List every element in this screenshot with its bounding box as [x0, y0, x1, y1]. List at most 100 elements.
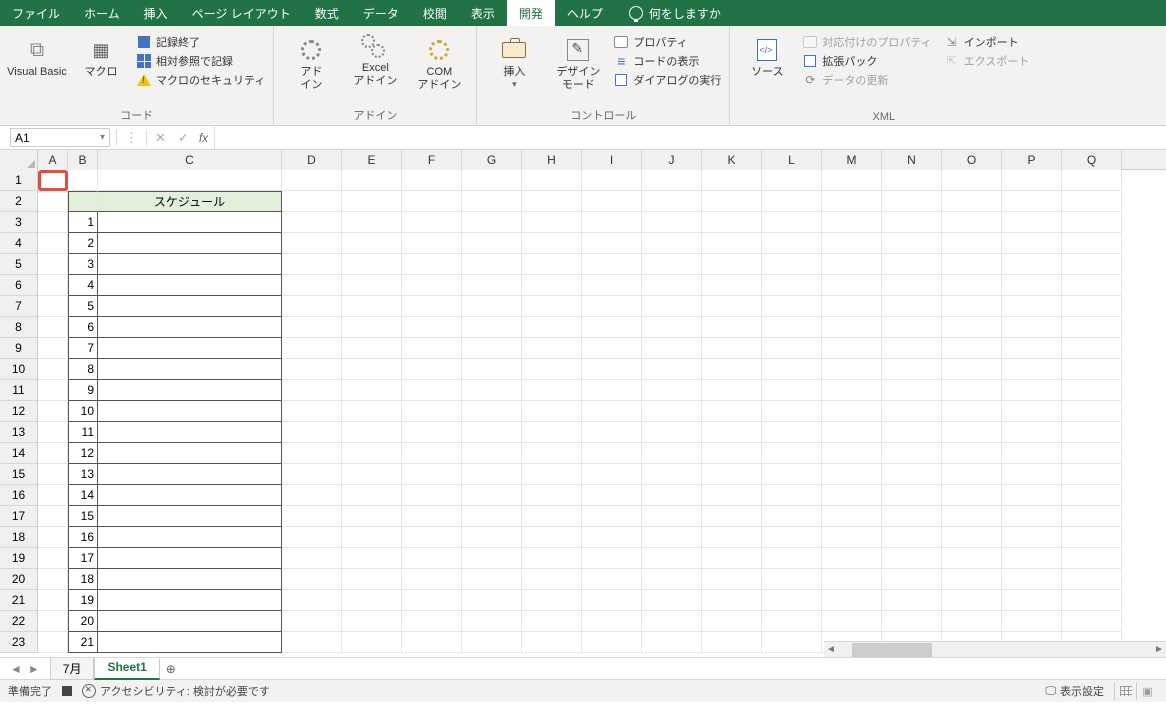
- cell-A23[interactable]: [38, 632, 68, 653]
- cell-I2[interactable]: [582, 191, 642, 212]
- cell-C21[interactable]: [98, 590, 282, 611]
- cell-P1[interactable]: [1002, 170, 1062, 191]
- cell-K20[interactable]: [702, 569, 762, 590]
- cell-P8[interactable]: [1002, 317, 1062, 338]
- cell-Q9[interactable]: [1062, 338, 1122, 359]
- cell-I14[interactable]: [582, 443, 642, 464]
- cell-C6[interactable]: [98, 275, 282, 296]
- row-header-12[interactable]: 12: [0, 401, 38, 422]
- cell-P20[interactable]: [1002, 569, 1062, 590]
- cell-E4[interactable]: [342, 233, 402, 254]
- cell-A6[interactable]: [38, 275, 68, 296]
- cell-E10[interactable]: [342, 359, 402, 380]
- cell-C10[interactable]: [98, 359, 282, 380]
- cell-G17[interactable]: [462, 506, 522, 527]
- cell-M4[interactable]: [822, 233, 882, 254]
- cell-N9[interactable]: [882, 338, 942, 359]
- cell-C15[interactable]: [98, 464, 282, 485]
- cell-G4[interactable]: [462, 233, 522, 254]
- cell-A15[interactable]: [38, 464, 68, 485]
- xml-import-button[interactable]: ⇲ インポート: [944, 34, 1030, 50]
- cell-Q18[interactable]: [1062, 527, 1122, 548]
- cell-P22[interactable]: [1002, 611, 1062, 632]
- cell-F4[interactable]: [402, 233, 462, 254]
- menu-tab-ホーム[interactable]: ホーム: [72, 0, 132, 26]
- cell-D16[interactable]: [282, 485, 342, 506]
- cell-B17[interactable]: 15: [68, 506, 98, 527]
- cell-E3[interactable]: [342, 212, 402, 233]
- cell-M15[interactable]: [822, 464, 882, 485]
- cell-M19[interactable]: [822, 548, 882, 569]
- cell-Q4[interactable]: [1062, 233, 1122, 254]
- column-header-H[interactable]: H: [522, 150, 582, 170]
- com-addins-button[interactable]: COM アドイン: [410, 30, 468, 91]
- cell-J13[interactable]: [642, 422, 702, 443]
- row-header-21[interactable]: 21: [0, 590, 38, 611]
- cell-L1[interactable]: [762, 170, 822, 191]
- cell-E14[interactable]: [342, 443, 402, 464]
- menu-tab-ファイル[interactable]: ファイル: [0, 0, 72, 26]
- cell-C19[interactable]: [98, 548, 282, 569]
- cell-L12[interactable]: [762, 401, 822, 422]
- cell-L8[interactable]: [762, 317, 822, 338]
- cell-O3[interactable]: [942, 212, 1002, 233]
- cell-P7[interactable]: [1002, 296, 1062, 317]
- cell-H9[interactable]: [522, 338, 582, 359]
- menu-tab-表示[interactable]: 表示: [459, 0, 507, 26]
- cell-P10[interactable]: [1002, 359, 1062, 380]
- cell-H5[interactable]: [522, 254, 582, 275]
- cell-N1[interactable]: [882, 170, 942, 191]
- cell-O8[interactable]: [942, 317, 1002, 338]
- add-sheet-button[interactable]: ⊕: [160, 658, 182, 680]
- menu-tab-校閲[interactable]: 校閲: [411, 0, 459, 26]
- cell-E1[interactable]: [342, 170, 402, 191]
- cell-C8[interactable]: [98, 317, 282, 338]
- cell-P19[interactable]: [1002, 548, 1062, 569]
- cell-I17[interactable]: [582, 506, 642, 527]
- formula-input[interactable]: [214, 126, 1166, 149]
- cell-M16[interactable]: [822, 485, 882, 506]
- cell-I11[interactable]: [582, 380, 642, 401]
- cell-B1[interactable]: [68, 170, 98, 191]
- cell-G16[interactable]: [462, 485, 522, 506]
- cell-B15[interactable]: 13: [68, 464, 98, 485]
- cell-I19[interactable]: [582, 548, 642, 569]
- name-box[interactable]: A1 ▾: [10, 128, 110, 147]
- cell-L4[interactable]: [762, 233, 822, 254]
- cell-Q5[interactable]: [1062, 254, 1122, 275]
- cell-F18[interactable]: [402, 527, 462, 548]
- cell-P5[interactable]: [1002, 254, 1062, 275]
- addins-button[interactable]: アド イン: [282, 30, 340, 91]
- cell-G1[interactable]: [462, 170, 522, 191]
- cell-H11[interactable]: [522, 380, 582, 401]
- visual-basic-button[interactable]: ⧉ Visual Basic: [8, 30, 66, 79]
- cell-H16[interactable]: [522, 485, 582, 506]
- cell-K8[interactable]: [702, 317, 762, 338]
- confirm-icon[interactable]: ✓: [172, 130, 195, 146]
- cell-M13[interactable]: [822, 422, 882, 443]
- cell-Q11[interactable]: [1062, 380, 1122, 401]
- cell-K2[interactable]: [702, 191, 762, 212]
- cell-M9[interactable]: [822, 338, 882, 359]
- cell-O22[interactable]: [942, 611, 1002, 632]
- cell-I13[interactable]: [582, 422, 642, 443]
- cell-I15[interactable]: [582, 464, 642, 485]
- cell-H1[interactable]: [522, 170, 582, 191]
- cell-D20[interactable]: [282, 569, 342, 590]
- cell-E15[interactable]: [342, 464, 402, 485]
- cell-H22[interactable]: [522, 611, 582, 632]
- row-header-10[interactable]: 10: [0, 359, 38, 380]
- cell-O18[interactable]: [942, 527, 1002, 548]
- cell-I16[interactable]: [582, 485, 642, 506]
- cell-H19[interactable]: [522, 548, 582, 569]
- cell-N17[interactable]: [882, 506, 942, 527]
- cell-Q8[interactable]: [1062, 317, 1122, 338]
- cell-B13[interactable]: 11: [68, 422, 98, 443]
- cell-C3[interactable]: [98, 212, 282, 233]
- cell-N18[interactable]: [882, 527, 942, 548]
- cell-I22[interactable]: [582, 611, 642, 632]
- cell-N8[interactable]: [882, 317, 942, 338]
- cell-C20[interactable]: [98, 569, 282, 590]
- menu-tab-ヘルプ[interactable]: ヘルプ: [555, 0, 615, 26]
- cell-A14[interactable]: [38, 443, 68, 464]
